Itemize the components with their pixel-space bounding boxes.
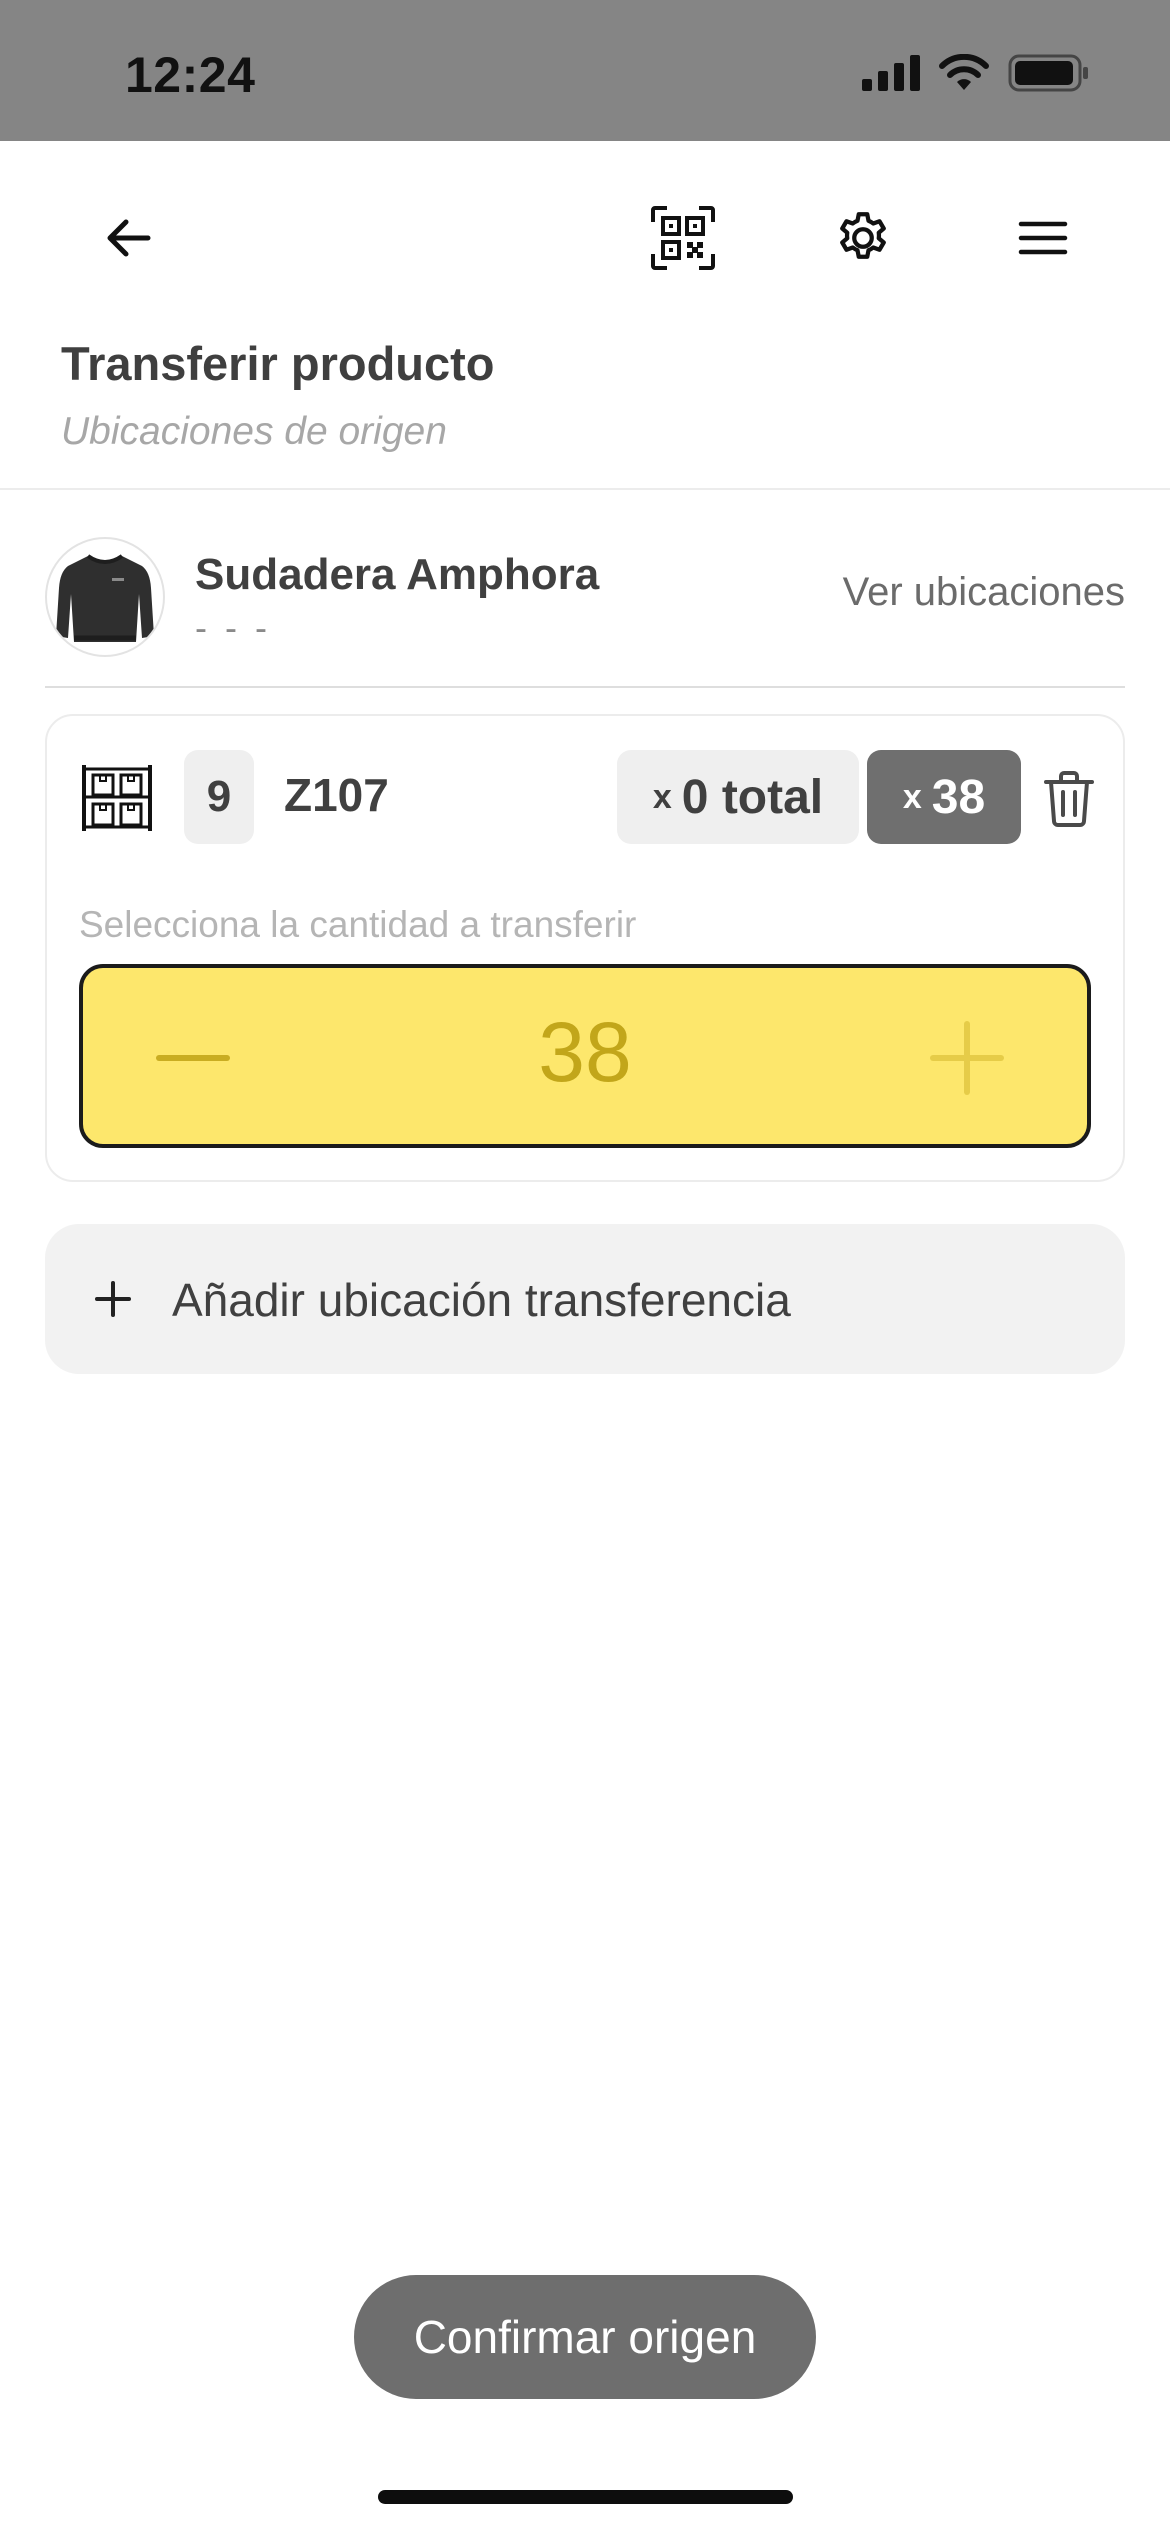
- increment-button[interactable]: [917, 1008, 1017, 1108]
- total-badge: x 0 total: [617, 750, 859, 844]
- location-code: Z107: [284, 769, 389, 821]
- location-icon-wrapper: [80, 761, 154, 835]
- quantity-stepper: 38: [79, 964, 1091, 1148]
- status-bar: 12:24: [0, 0, 1170, 141]
- menu-button[interactable]: [998, 193, 1088, 283]
- trash-icon: [1044, 771, 1094, 827]
- status-icons: [862, 54, 1090, 92]
- product-image: [45, 537, 165, 657]
- plus-icon: [95, 1281, 131, 1317]
- home-indicator: [378, 2490, 793, 2504]
- product-divider: [45, 686, 1125, 688]
- product-sku: - - -: [195, 607, 271, 648]
- add-location-button[interactable]: Añadir ubicación transferencia: [45, 1224, 1125, 1374]
- nav-bar: [0, 141, 1170, 331]
- quantity-label: Selecciona la cantidad a transferir: [79, 904, 637, 945]
- product-name: Sudadera Amphora: [195, 550, 600, 599]
- view-locations-link[interactable]: Ver ubicaciones: [843, 570, 1125, 615]
- total-value: 0 total: [681, 770, 824, 824]
- hamburger-menu-icon: [1018, 221, 1068, 255]
- plus-icon: [930, 1021, 1004, 1095]
- warehouse-shelf-icon: [82, 765, 152, 831]
- quantity-value: 38: [931, 770, 986, 824]
- quantity-prefix: x: [902, 777, 922, 816]
- back-button[interactable]: [83, 193, 173, 283]
- header-divider: [0, 488, 1170, 490]
- product-row: Sudadera Amphora - - - Ver ubicaciones: [45, 535, 1125, 687]
- status-time: 12:24: [125, 47, 256, 103]
- scan-qr-button[interactable]: [638, 193, 728, 283]
- gear-icon: [840, 212, 886, 259]
- add-location-label: Añadir ubicación transferencia: [172, 1274, 791, 1326]
- page-title: Transferir producto: [61, 337, 495, 390]
- confirm-origin-button[interactable]: Confirmar origen: [354, 2275, 816, 2399]
- total-prefix: x: [652, 777, 672, 816]
- delete-location-button[interactable]: [1032, 762, 1106, 836]
- location-count-badge: 9: [184, 750, 254, 844]
- qr-code-icon: [651, 206, 715, 270]
- page-subtitle: Ubicaciones de origen: [61, 410, 447, 453]
- sweatshirt-icon: [56, 554, 154, 642]
- location-card: 9 Z107 x 0 total x 38 Selecciona la cant…: [45, 714, 1125, 1182]
- signal-icon: [862, 55, 920, 91]
- settings-button[interactable]: [818, 193, 908, 283]
- battery-icon: [1008, 54, 1088, 92]
- arrow-left-icon: [107, 219, 151, 257]
- wifi-icon: [939, 54, 989, 90]
- quantity-badge: x 38: [867, 750, 1021, 844]
